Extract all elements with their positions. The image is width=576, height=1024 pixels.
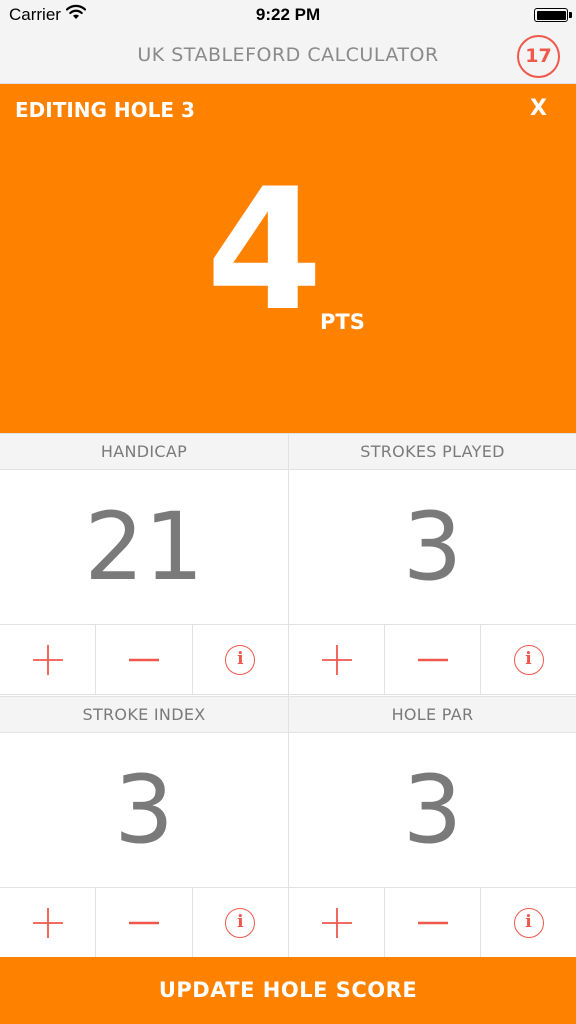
stroke-index-increase-button[interactable] xyxy=(0,888,97,957)
hole-par-info-button[interactable]: i xyxy=(481,888,576,957)
minus-icon xyxy=(128,658,159,661)
minus-icon xyxy=(417,658,448,661)
update-hole-score-button[interactable]: UPDATE HOLE SCORE xyxy=(0,957,576,1024)
stroke-index-label: STROKE INDEX xyxy=(0,696,288,733)
handicap-label: HANDICAP xyxy=(0,433,288,470)
strokes-played-label: STROKES PLAYED xyxy=(289,433,576,470)
info-icon: i xyxy=(225,644,256,675)
handicap-info-button[interactable]: i xyxy=(193,625,288,694)
handicap-card: HANDICAP 21 i xyxy=(0,433,288,696)
handicap-increase-button[interactable] xyxy=(0,625,97,694)
info-icon: i xyxy=(225,907,256,938)
close-button[interactable]: X xyxy=(530,96,547,121)
handicap-controls: i xyxy=(0,625,288,695)
strokes-played-increase-button[interactable] xyxy=(289,625,385,694)
strokes-played-controls: i xyxy=(289,625,576,695)
info-icon: i xyxy=(513,907,544,938)
hole-par-increase-button[interactable] xyxy=(289,888,385,957)
stroke-index-decrease-button[interactable] xyxy=(96,888,193,957)
plus-icon xyxy=(32,644,63,675)
handicap-value: 21 xyxy=(0,470,288,625)
hole-par-decrease-button[interactable] xyxy=(385,888,481,957)
stroke-index-controls: i xyxy=(0,888,288,958)
battery-icon xyxy=(534,8,572,22)
hole-par-label: HOLE PAR xyxy=(289,696,576,733)
minus-icon xyxy=(417,921,448,924)
points-unit: PTS xyxy=(320,310,365,334)
info-icon: i xyxy=(513,644,544,675)
stroke-index-info-button[interactable]: i xyxy=(193,888,288,957)
plus-icon xyxy=(321,907,352,938)
plus-icon xyxy=(32,907,63,938)
hole-count-badge[interactable]: 17 xyxy=(517,35,560,78)
app-title: UK STABLEFORD CALCULATOR xyxy=(137,44,439,66)
points-value: 4 xyxy=(206,152,323,348)
strokes-played-value: 3 xyxy=(289,470,576,625)
plus-icon xyxy=(321,644,352,675)
stroke-index-card: STROKE INDEX 3 i xyxy=(0,696,288,959)
nav-bar: UK STABLEFORD CALCULATOR 17 xyxy=(0,30,576,84)
hole-par-controls: i xyxy=(289,888,576,958)
hole-par-card: HOLE PAR 3 i xyxy=(288,696,576,959)
minus-icon xyxy=(128,921,159,924)
score-panel: EDITING HOLE 3 X 4 PTS xyxy=(0,84,576,433)
strokes-played-card: STROKES PLAYED 3 i xyxy=(288,433,576,696)
editing-hole-title: EDITING HOLE 3 xyxy=(15,98,195,122)
status-time: 9:22 PM xyxy=(255,5,321,24)
status-bar: Carrier 9:22 PM xyxy=(0,0,576,30)
strokes-played-decrease-button[interactable] xyxy=(385,625,481,694)
strokes-played-info-button[interactable]: i xyxy=(481,625,576,694)
hole-par-value: 3 xyxy=(289,733,576,888)
stroke-index-value: 3 xyxy=(0,733,288,888)
handicap-decrease-button[interactable] xyxy=(96,625,193,694)
